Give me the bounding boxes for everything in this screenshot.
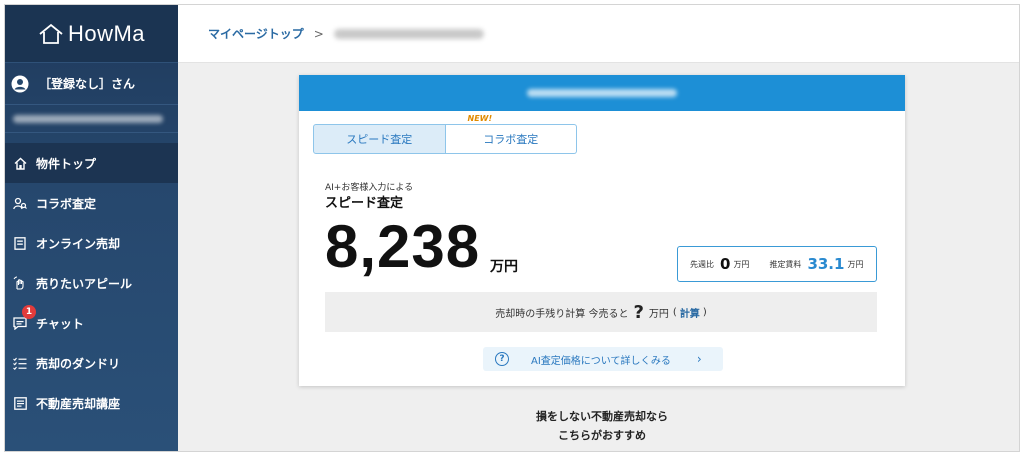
- header: マイページトップ >: [178, 5, 1019, 63]
- rent-value: 33.1: [807, 255, 845, 273]
- property-selector[interactable]: [5, 105, 178, 133]
- brand-name: HowMa: [67, 20, 146, 46]
- new-tag: NEW!: [467, 114, 493, 123]
- book-icon: [13, 396, 27, 410]
- sidebar-item-label: 売却のダンドリ: [36, 356, 121, 371]
- tab-collab-label: コラボ査定: [483, 133, 539, 146]
- prev-week-value: 0: [720, 255, 731, 273]
- sidebar-item-label: コラボ査定: [36, 196, 97, 211]
- promo-line2: こちらがおすすめ: [558, 429, 646, 442]
- property-name-blurred: [13, 114, 163, 123]
- breadcrumb-mypage-top[interactable]: マイページトップ: [208, 25, 304, 42]
- calc-prefix: 売却時の手残り計算 今売ると: [495, 308, 629, 320]
- estimate-price: 8,238: [325, 213, 481, 280]
- calc-paren-open: (: [672, 306, 677, 318]
- chevron-right-icon: ›: [696, 352, 702, 366]
- logo[interactable]: HowMa: [5, 5, 178, 63]
- home-icon: [13, 156, 27, 170]
- estimate-title: スピード査定: [325, 196, 404, 211]
- user-name: ［登録なし］さん: [39, 77, 136, 91]
- calc-link[interactable]: 計算: [680, 305, 700, 320]
- calc-paren-close: ): [702, 306, 707, 318]
- sidebar-item-label: 売りたいアピール: [36, 276, 133, 291]
- sidebar-item-online-sale[interactable]: オンライン売却: [5, 223, 178, 263]
- ai-estimate-detail-button[interactable]: ? AI査定価格について詳しくみる ›: [483, 347, 723, 371]
- sidebar-item-label: オンライン売却: [36, 236, 121, 251]
- prev-week-unit: 万円: [733, 259, 750, 269]
- detail-label: AI査定価格について詳しくみる: [531, 355, 671, 367]
- breadcrumb-separator: >: [313, 26, 324, 41]
- sidebar-item-steps[interactable]: 売却のダンドリ: [5, 343, 178, 383]
- hand-icon: [13, 276, 27, 290]
- estimate-unit: 万円: [490, 259, 518, 275]
- calc-unknown-mark: ?: [633, 301, 644, 323]
- user-avatar-icon: [11, 75, 29, 92]
- rent-unit: 万円: [847, 259, 864, 269]
- house-logo-icon: [39, 23, 63, 44]
- rent-label: 推定賃料: [769, 259, 802, 269]
- tab-collab-estimate[interactable]: NEW! コラボ査定: [445, 114, 577, 154]
- question-circle-icon: ?: [495, 352, 509, 366]
- sidebar-item-label: 物件トップ: [36, 156, 97, 171]
- chat-unread-badge: 1: [22, 305, 36, 319]
- estimate-tabs: スピード査定 NEW! コラボ査定: [313, 114, 577, 154]
- sidebar-item-collab[interactable]: コラボ査定: [5, 183, 178, 223]
- sidebar-item-appeal[interactable]: 売りたいアピール: [5, 263, 178, 303]
- app-frame: HowMa ［登録なし］さん 物件トップ コラボ査定 オンライン売却 売りたいア…: [4, 4, 1020, 452]
- sidebar-item-label: 不動産売却講座: [36, 396, 121, 411]
- promo-line1: 損をしない不動産売却なら: [536, 410, 668, 423]
- prev-week-label: 先週比: [690, 259, 714, 269]
- checklist-icon: [13, 356, 27, 370]
- tab-speed-estimate[interactable]: スピード査定: [313, 124, 446, 154]
- promo-text[interactable]: 損をしない不動産売却なら こちらがおすすめ: [299, 407, 905, 445]
- sidebar: HowMa ［登録なし］さん 物件トップ コラボ査定 オンライン売却 売りたいア…: [5, 5, 178, 451]
- estimate-card: スピード査定 NEW! コラボ査定 AI+お客様入力による スピード査定 8,2…: [299, 75, 905, 386]
- sidebar-item-property-top[interactable]: 物件トップ: [5, 143, 178, 183]
- sidebar-item-course[interactable]: 不動産売却講座: [5, 383, 178, 423]
- breadcrumb-current-blurred: [333, 28, 484, 39]
- stats-box: 先週比 0 万円 推定賃料 33.1 万円: [677, 246, 877, 282]
- document-icon: [13, 236, 27, 250]
- proceeds-calc-bar: 売却時の手残り計算 今売ると ? 万円 ( 計算 ): [325, 292, 877, 332]
- user-row[interactable]: ［登録なし］さん: [5, 63, 178, 105]
- user-search-icon: [13, 196, 27, 210]
- card-header: [299, 75, 905, 111]
- property-address-blurred: [527, 89, 677, 97]
- calc-unit: 万円: [648, 308, 669, 320]
- sidebar-item-label: チャット: [36, 316, 84, 331]
- sidebar-item-chat[interactable]: 1 チャット: [5, 303, 178, 343]
